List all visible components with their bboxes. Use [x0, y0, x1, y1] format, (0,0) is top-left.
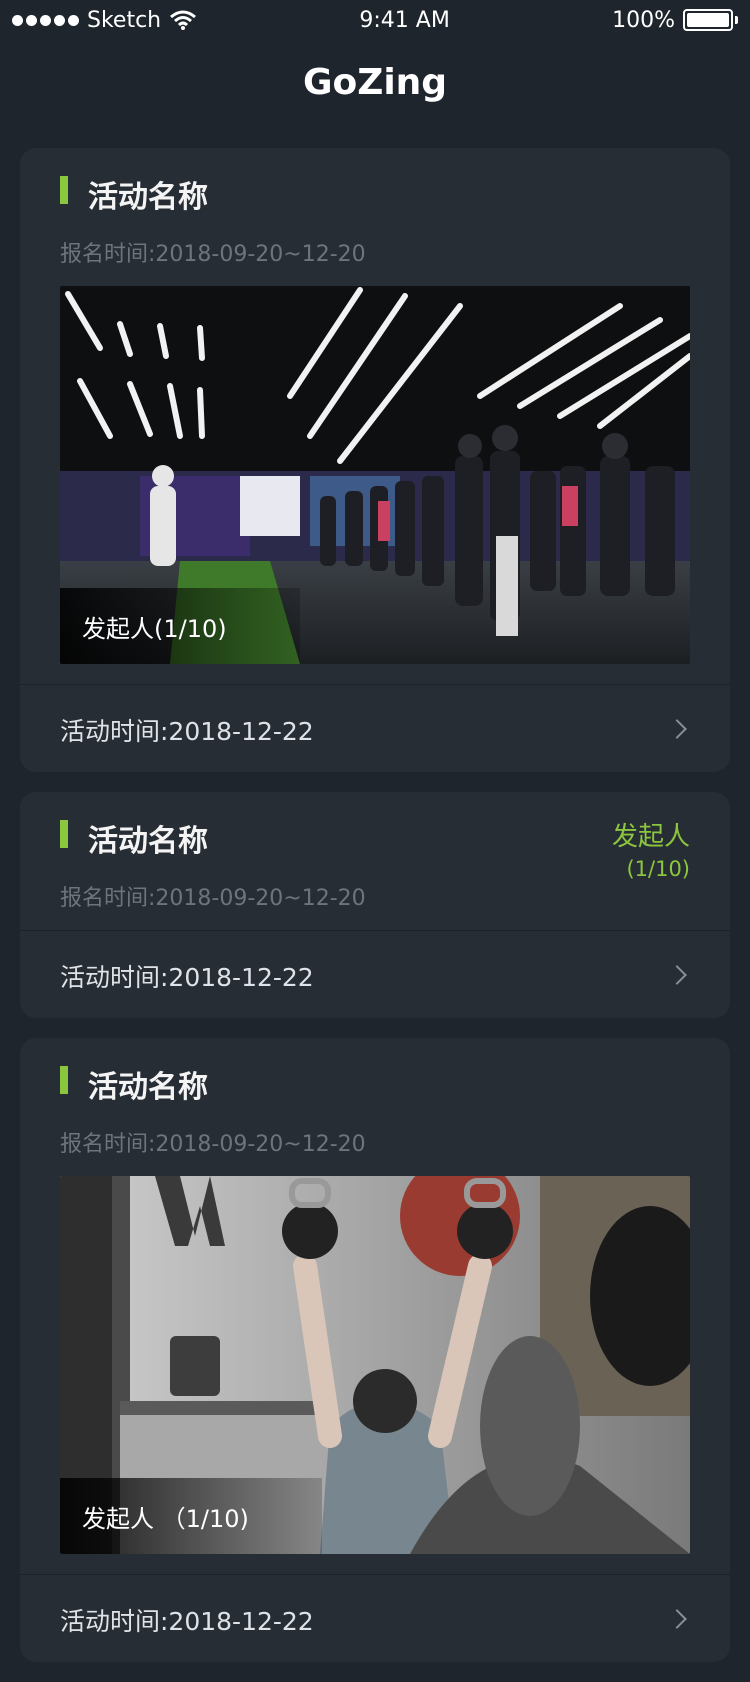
activity-time: 活动时间:2018-12-22 [60, 717, 314, 746]
title-accent-bar [60, 1066, 68, 1094]
chevron-right-icon[interactable] [667, 719, 687, 739]
activity-card[interactable]: 活动名称 发起人 (1/10) 报名时间:2018-09-20~12-20 活动… [20, 792, 730, 1018]
activity-card[interactable]: 活动名称 报名时间:2018-09-20~12-20 [20, 148, 730, 772]
wifi-icon [170, 10, 197, 30]
activity-card[interactable]: 活动名称 报名时间:2018-09-20~12-20 [20, 1038, 730, 1662]
signup-time: 报名时间:2018-09-20~12-20 [60, 886, 366, 911]
signup-time: 报名时间:2018-09-20~12-20 [60, 1132, 366, 1157]
title-accent-bar [60, 176, 68, 204]
organizer-info: 发起人 (1/10) [612, 816, 690, 881]
activity-title: 活动名称 [88, 824, 208, 859]
organizer-overlay-label: 发起人 （1/10) [82, 1504, 249, 1533]
organizer-count: (1/10) [626, 857, 690, 881]
activity-title: 活动名称 [88, 1070, 208, 1105]
activity-time: 活动时间:2018-12-22 [60, 1607, 314, 1636]
organizer-overlay: 发起人(1/10) [60, 588, 300, 664]
title-accent-bar [60, 820, 68, 848]
organizer-overlay: 发起人 （1/10) [60, 1478, 322, 1554]
clock: 9:41 AM [359, 7, 450, 33]
status-right: 100% [612, 8, 738, 33]
signup-time: 报名时间:2018-09-20~12-20 [60, 242, 366, 267]
battery-percent: 100% [612, 7, 675, 33]
activity-time: 活动时间:2018-12-22 [60, 963, 314, 992]
organizer-overlay-label: 发起人(1/10) [82, 614, 227, 643]
card-divider [20, 1574, 730, 1575]
card-divider [20, 684, 730, 685]
page-title: GoZing [302, 62, 448, 103]
chevron-right-icon[interactable] [667, 1609, 687, 1629]
battery-icon [683, 9, 733, 31]
organizer-label: 发起人 [611, 822, 690, 852]
status-bar: Sketch 9:41 AM 100% [0, 0, 750, 40]
activity-title: 活动名称 [88, 180, 208, 215]
carrier-label: Sketch [87, 7, 162, 33]
signal-icon [12, 14, 79, 26]
activity-photo[interactable]: 发起人 （1/10) [60, 1176, 690, 1554]
activity-photo[interactable]: 发起人(1/10) [60, 286, 690, 664]
status-left: Sketch [12, 8, 197, 33]
battery-tip [735, 16, 738, 24]
card-divider [20, 930, 730, 931]
chevron-right-icon[interactable] [667, 965, 687, 985]
